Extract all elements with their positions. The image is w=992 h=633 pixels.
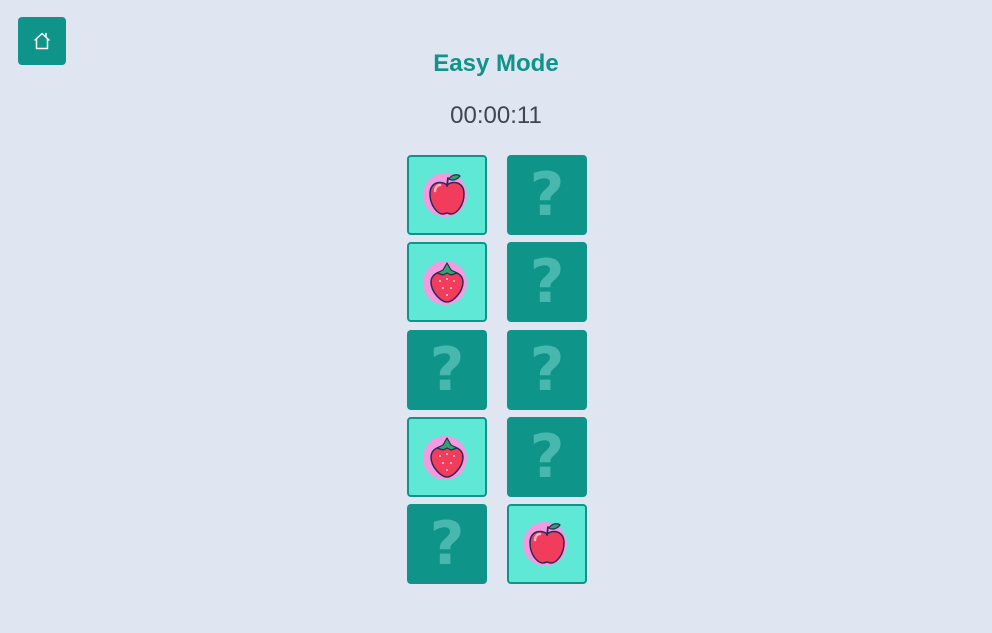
memory-card-hidden[interactable]: ? [407,504,487,584]
question-mark-icon: ? [529,421,565,492]
memory-card-revealed[interactable] [407,242,487,323]
question-mark-icon: ? [529,160,565,230]
home-icon [32,31,52,51]
memory-card-hidden[interactable]: ? [407,329,487,410]
question-mark-icon: ? [529,247,565,318]
memory-card-revealed[interactable] [407,416,487,497]
strawberry-icon [421,431,473,483]
card-grid: ?????? [407,155,587,584]
memory-card-revealed[interactable] [407,155,487,235]
question-mark-icon: ? [429,334,465,405]
apple-icon [521,518,573,570]
question-mark-icon: ? [529,334,565,405]
page-title: Easy Mode [433,50,559,77]
question-mark-icon: ? [429,509,465,579]
memory-card-hidden[interactable]: ? [507,155,587,235]
memory-card-hidden[interactable]: ? [507,329,587,410]
apple-icon [421,169,473,221]
memory-card-hidden[interactable]: ? [507,242,587,323]
memory-card-hidden[interactable]: ? [507,416,587,497]
memory-card-revealed[interactable] [507,504,587,584]
game-timer: 00:00:11 [450,102,542,129]
strawberry-icon [421,256,473,308]
